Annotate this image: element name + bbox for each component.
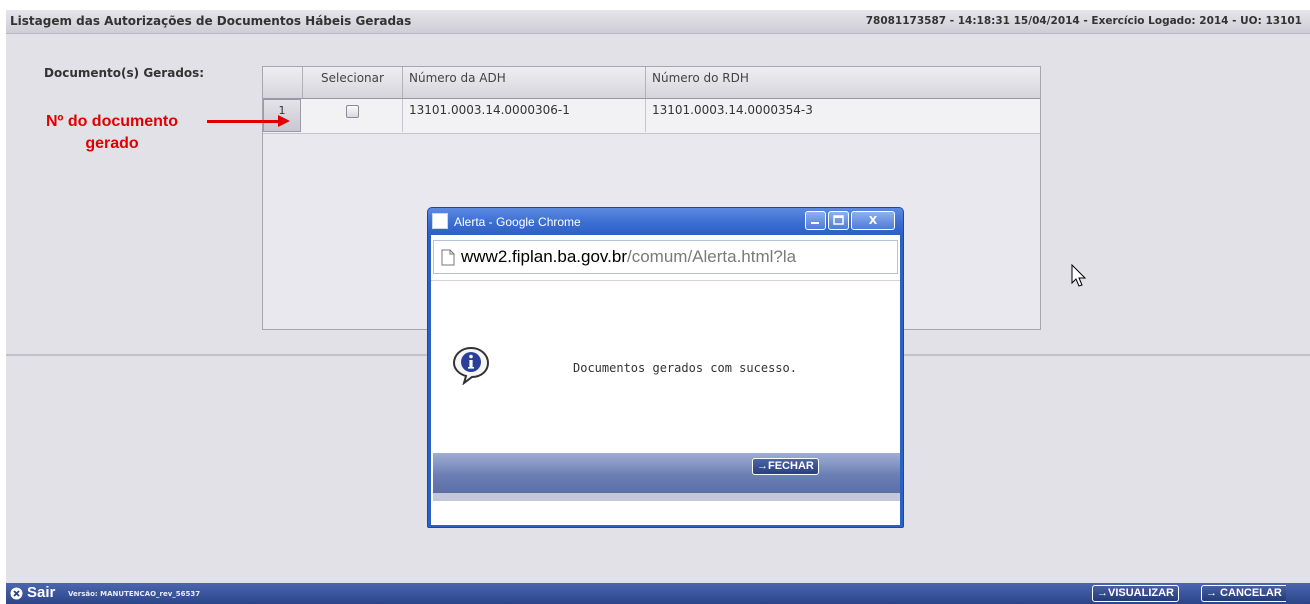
info-icon [452,346,490,385]
visualize-button[interactable]: →VISUALIZAR [1092,585,1179,602]
version-label: Versão: MANUTENCAO_rev_56537 [68,590,201,598]
url-text: www2.fiplan.ba.gov.br/comum/Alerta.html?… [461,247,796,267]
dialog-content: www2.fiplan.ba.gov.br/comum/Alerta.html?… [431,235,900,525]
alert-dialog: Alerta - Google Chrome X www2.fiplan.ba.… [427,207,904,528]
cancel-button[interactable]: → CANCELAR [1201,585,1286,602]
maximize-icon [833,215,844,225]
column-header-row-number [263,67,303,98]
url-host: www2.fiplan.ba.gov.br [461,247,627,266]
close-window-button[interactable]: X [851,211,895,230]
exit-link[interactable]: Sair [27,584,55,601]
column-header-adh[interactable]: Número da ADH [403,67,646,98]
minimize-icon [811,222,819,224]
dialog-titlebar[interactable]: Alerta - Google Chrome X [428,208,903,235]
dialog-url-bar[interactable]: www2.fiplan.ba.gov.br/comum/Alerta.html?… [433,240,898,274]
bottom-toolbar: Sair Versão: MANUTENCAO_rev_56537 →VISUA… [6,583,1310,604]
dialog-footer-strip [433,493,900,501]
grid-header: Selecionar Número da ADH Número do RDH [263,67,1040,99]
annotation-arrow-shaft [207,120,279,123]
document-number-annotation: Nº do documento gerado [22,111,202,155]
maximize-button[interactable] [828,211,849,230]
session-info: 78081173587 - 14:18:31 15/04/2014 - Exer… [865,15,1302,27]
url-divider [431,280,900,281]
page-title: Listagem das Autorizações de Documentos … [10,14,412,28]
dialog-title: Alerta - Google Chrome [454,215,581,229]
select-checkbox[interactable] [346,105,359,118]
page-icon [441,249,455,266]
column-header-select[interactable]: Selecionar [303,67,403,98]
page-header: Listagem das Autorizações de Documentos … [6,10,1310,34]
table-row[interactable]: 1 13101.0003.14.0000306-1 13101.0003.14.… [263,99,1040,134]
select-cell [303,99,403,132]
annotation-arrow-head [278,115,290,127]
browser-app-icon [432,213,448,229]
mouse-pointer-icon [1071,264,1087,287]
adh-number-cell: 13101.0003.14.0000306-1 [403,99,646,132]
dialog-footer: →FECHAR [433,453,900,493]
minimize-button[interactable] [805,211,826,230]
alert-message: Documentos gerados com sucesso. [573,361,797,375]
url-path: /comum/Alerta.html?la [627,247,797,266]
exit-icon[interactable] [10,587,23,600]
annotation-line-1: Nº do documento [45,113,179,130]
fechar-button[interactable]: →FECHAR [752,458,819,475]
column-header-rdh[interactable]: Número do RDH [646,67,1040,98]
documents-label: Documento(s) Gerados: [44,66,205,80]
rdh-number-cell: 13101.0003.14.0000354-3 [652,103,813,117]
annotation-line-2: gerado [85,135,139,152]
